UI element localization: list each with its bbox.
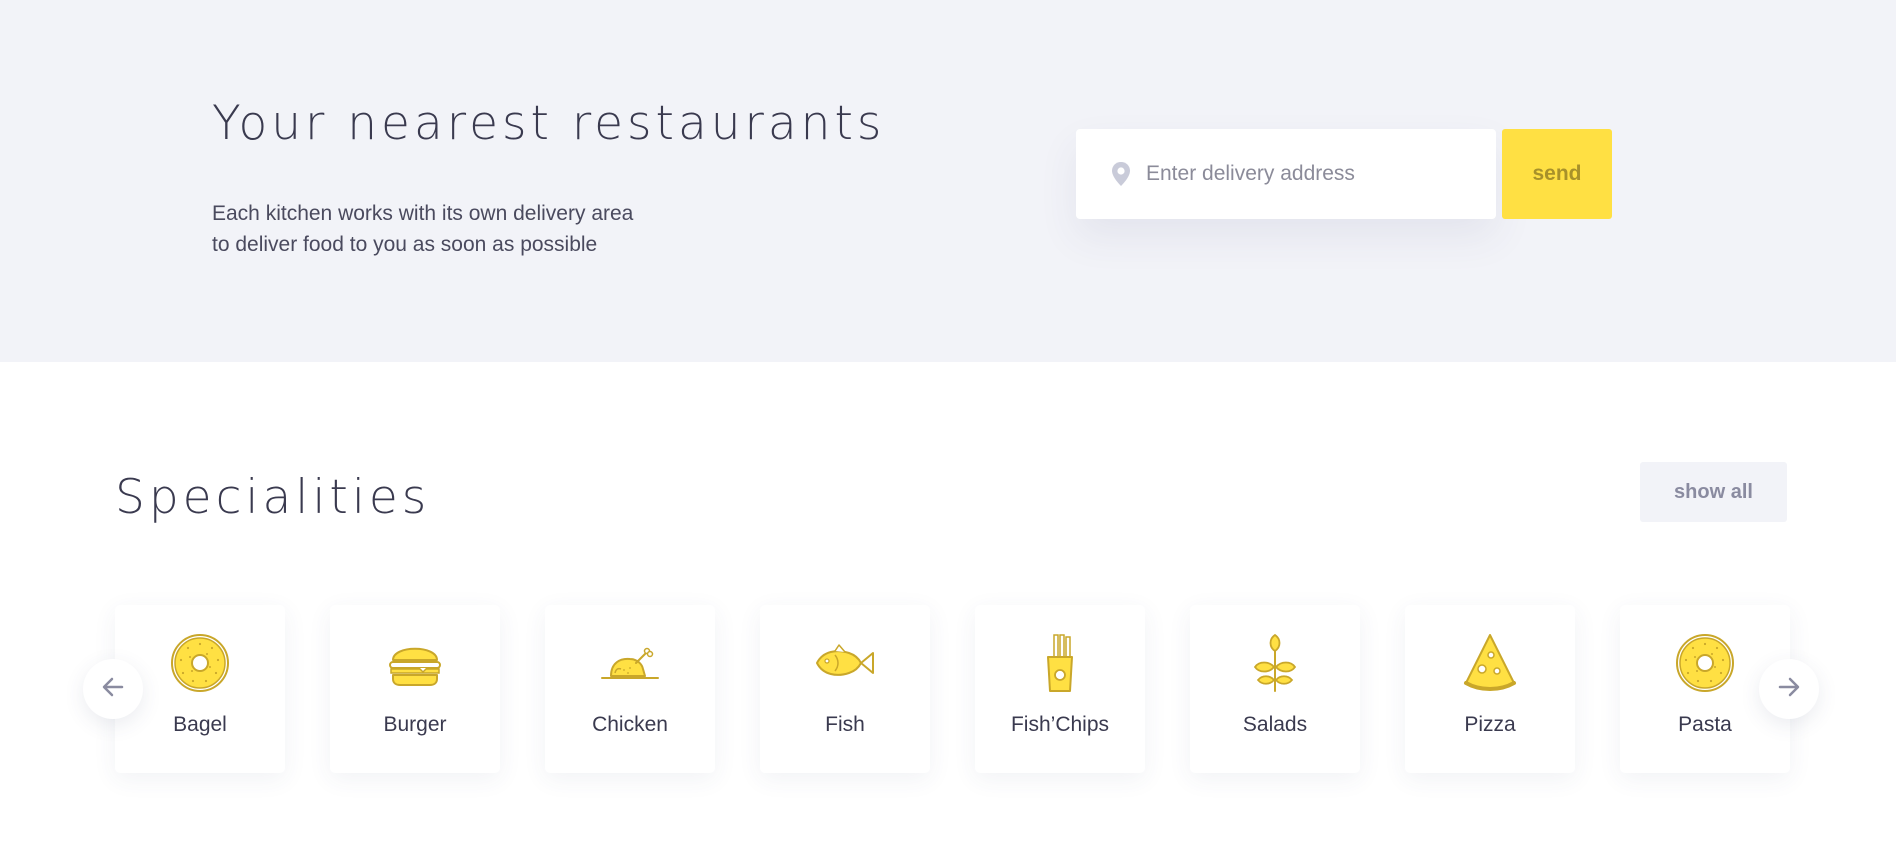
- speciality-label: Pizza: [1464, 713, 1516, 736]
- hero-section: Your nearest restaurants Each kitchen wo…: [0, 0, 1896, 362]
- speciality-card-pizza[interactable]: Pizza: [1405, 605, 1575, 773]
- carousel-next-button[interactable]: [1759, 659, 1819, 719]
- hero-subtitle-line-1: Each kitchen works with its own delivery…: [212, 202, 634, 225]
- speciality-card-salads[interactable]: Salads: [1190, 605, 1360, 773]
- location-pin-icon: [1110, 161, 1132, 187]
- fries-icon: [1030, 633, 1090, 693]
- show-all-button[interactable]: show all: [1640, 462, 1787, 522]
- speciality-card-fish[interactable]: Fish: [760, 605, 930, 773]
- speciality-label: Chicken: [592, 713, 668, 736]
- address-field[interactable]: [1076, 129, 1496, 219]
- speciality-label: Bagel: [173, 713, 227, 736]
- bagel-icon: [1675, 633, 1735, 693]
- speciality-label: Salads: [1242, 713, 1308, 736]
- speciality-label: Fish: [825, 713, 865, 736]
- bagel-icon: [170, 633, 230, 693]
- address-input[interactable]: [1146, 162, 1466, 186]
- carousel-prev-button[interactable]: [83, 659, 143, 719]
- hero-subtitle-line-2: to deliver food to you as soon as possib…: [212, 233, 598, 256]
- chicken-icon: [600, 633, 660, 693]
- hero-subtitle: Each kitchen works with its own delivery…: [212, 198, 732, 260]
- salad-icon: [1245, 633, 1305, 693]
- speciality-label: Pasta: [1678, 713, 1732, 736]
- speciality-card-chicken[interactable]: Chicken: [545, 605, 715, 773]
- hero-title: Your nearest restaurants: [212, 96, 886, 151]
- speciality-card-burger[interactable]: Burger: [330, 605, 500, 773]
- arrow-left-icon: [102, 677, 124, 702]
- speciality-card-fish-chips[interactable]: Fish’Chips: [975, 605, 1145, 773]
- burger-icon: [385, 633, 445, 693]
- fish-icon: [815, 633, 875, 693]
- specialities-title: Specialities: [115, 470, 431, 525]
- arrow-right-icon: [1778, 677, 1800, 702]
- speciality-label: Burger: [383, 713, 447, 736]
- send-button[interactable]: send: [1502, 129, 1612, 219]
- specialities-carousel: Bagel Burger Chicken Fish Fish’Chips Sal…: [115, 605, 1790, 773]
- pizza-icon: [1460, 633, 1520, 693]
- speciality-label: Fish’Chips: [1010, 713, 1110, 736]
